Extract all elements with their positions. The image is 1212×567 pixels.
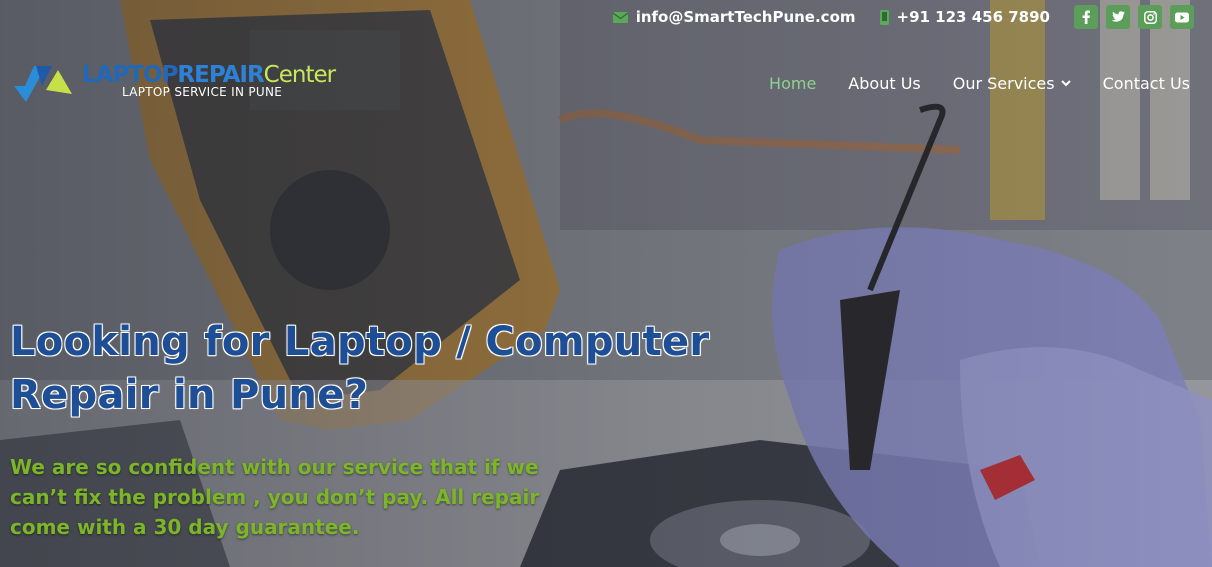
nav-item-contact-us[interactable]: Contact Us	[1103, 74, 1190, 93]
logo-mark-icon	[14, 66, 72, 102]
nav-item-label[interactable]: Contact Us	[1103, 74, 1190, 93]
top-contact-bar: info@SmartTechPune.com +91 123 456 7890	[612, 5, 1194, 29]
nav-item-label[interactable]: About Us	[848, 74, 920, 93]
nav-item-home[interactable]: Home	[769, 74, 816, 93]
instagram-icon[interactable]	[1138, 5, 1162, 29]
phone-contact[interactable]: +91 123 456 7890	[879, 8, 1050, 26]
main-navigation: Home About Us Our Services Contact Us	[737, 74, 1190, 93]
hero-section: info@SmartTechPune.com +91 123 456 7890	[0, 0, 1212, 567]
chevron-down-icon	[1060, 80, 1071, 87]
nav-item-our-services[interactable]: Our Services	[953, 74, 1071, 93]
nav-item-label[interactable]: Home	[769, 74, 816, 93]
youtube-icon[interactable]	[1170, 5, 1194, 29]
logo-tagline: LAPTOP SERVICE IN PUNE	[122, 85, 283, 99]
nav-item-label[interactable]: Our Services	[953, 74, 1055, 93]
envelope-icon	[612, 11, 628, 23]
phone-text[interactable]: +91 123 456 7890	[897, 8, 1050, 26]
nav-item-about-us[interactable]: About Us	[848, 74, 920, 93]
facebook-icon[interactable]	[1074, 5, 1098, 29]
twitter-icon[interactable]	[1106, 5, 1130, 29]
social-links	[1074, 5, 1194, 29]
hero-subline: We are so confident with our service tha…	[10, 455, 540, 539]
email-contact[interactable]: info@SmartTechPune.com	[612, 8, 856, 26]
mobile-phone-icon	[879, 9, 889, 25]
hero-headline: Looking for Laptop / Computer Repair in …	[10, 319, 710, 418]
email-text[interactable]: info@SmartTechPune.com	[636, 8, 856, 26]
